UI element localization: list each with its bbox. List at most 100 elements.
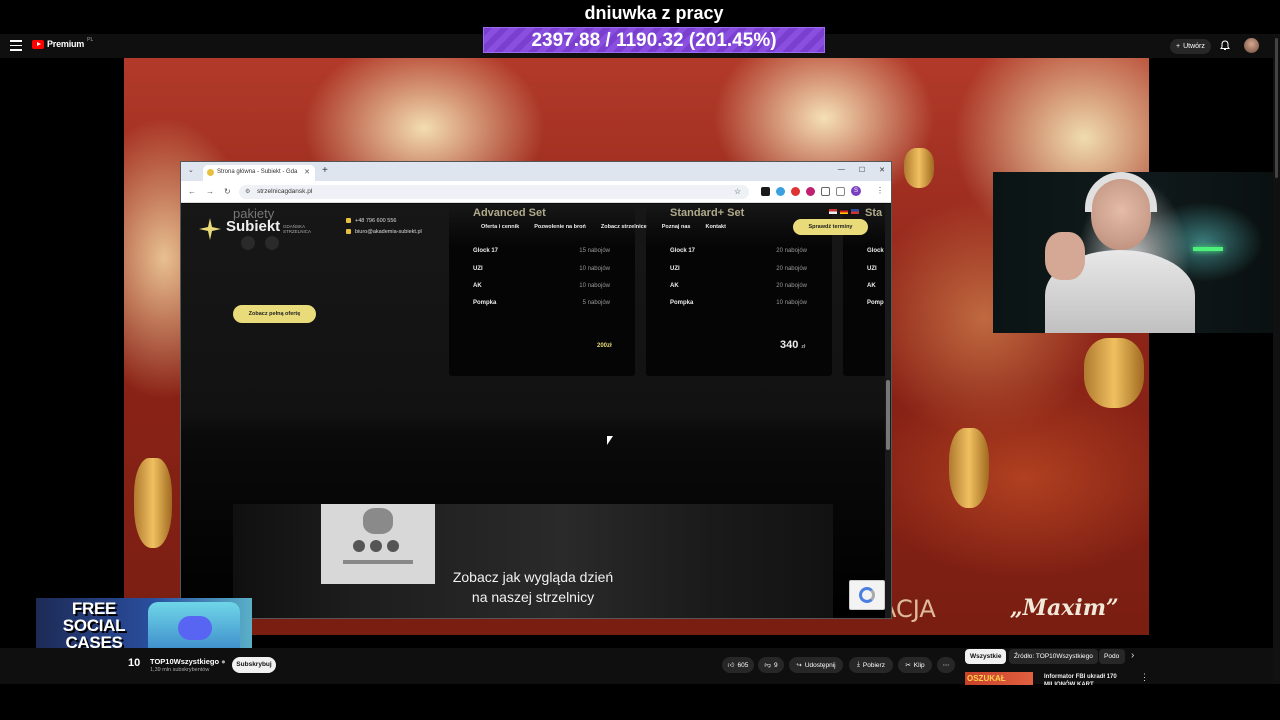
slider-arrows	[241, 236, 279, 250]
price-value: 340	[780, 339, 799, 351]
thumbs-down-icon: 👎︎	[764, 662, 771, 669]
share-button[interactable]: ↪ Udostępnij	[789, 657, 843, 673]
window-scrollbar[interactable]	[1273, 34, 1280, 684]
card-title: Advanced Set	[473, 207, 546, 219]
maximize-icon[interactable]: ☐	[859, 166, 865, 174]
dislike-button[interactable]: 👎︎ 9	[758, 657, 784, 673]
recaptcha-icon	[859, 587, 875, 603]
email-link[interactable]: biuro@akademia-subiekt.pl	[346, 229, 422, 235]
new-tab-icon[interactable]: +	[322, 165, 328, 176]
next-arrow-icon[interactable]	[265, 236, 279, 250]
chip-all[interactable]: Wszystkie	[965, 649, 1007, 664]
youtube-logo[interactable]: Premium PL	[32, 37, 94, 49]
browser-menu-icon[interactable]: ⋮	[876, 186, 884, 195]
nav-item-permit[interactable]: Pozwolenie na broń	[534, 224, 586, 230]
address-bar[interactable]: ⚙ strzelnicagdansk.pl	[239, 185, 749, 199]
puzzle-icon[interactable]	[821, 186, 830, 196]
check-dates-button[interactable]: Sprawdź terminy	[793, 219, 868, 235]
extension-icon[interactable]	[761, 186, 770, 196]
vase-decor	[904, 148, 934, 188]
video-overlay-text-maxim: „Maxim”	[1010, 595, 1119, 621]
like-button[interactable]: 👍︎ 605	[722, 657, 754, 673]
clip-label: Klip	[913, 661, 925, 669]
weapon-name: Pompka	[473, 300, 497, 306]
nav-item-about[interactable]: Poznaj nas	[662, 224, 691, 230]
dislike-count: 9	[773, 661, 778, 669]
weapon-name: UZI	[867, 266, 877, 272]
browser-tab[interactable]: Strona główna - Subiekt - Gda ✕	[203, 165, 315, 181]
chip-source[interactable]: Źródło: TOP10Wszystkiego	[1009, 649, 1098, 664]
window-controls: — ☐ ✕	[838, 166, 885, 174]
vase-decor	[134, 458, 172, 548]
card-row: Glock 17 20 nabojów	[670, 248, 807, 254]
channel-name-text: TOP10Wszystkiego	[150, 657, 220, 666]
hamburger-menu-icon[interactable]	[10, 40, 22, 52]
prev-arrow-icon[interactable]	[241, 236, 255, 250]
nav-item-range[interactable]: Zobacz strzelnice	[601, 224, 647, 230]
recommended-thumbnail[interactable]: OSZUKAŁ	[965, 672, 1033, 685]
brand-name[interactable]: Subiekt	[226, 218, 280, 235]
weapon-name: Glock	[867, 248, 884, 254]
back-icon[interactable]: ←	[188, 187, 196, 196]
full-offer-button[interactable]: Zobacz pełną ofertę	[233, 305, 316, 323]
extension-icon[interactable]	[791, 186, 800, 196]
card-row: AK 20 nabojów	[670, 283, 807, 289]
nav-item-contact[interactable]: Kontakt	[705, 224, 725, 230]
download-button[interactable]: ⤓ Pobierz	[849, 657, 893, 673]
recommended-title[interactable]: Informator FBI ukradł 170 MILIONÓW KART	[1044, 673, 1134, 685]
bookmark-star-icon[interactable]: ☆	[734, 187, 741, 196]
channel-avatar[interactable]: 10	[128, 657, 140, 669]
ammo-count: 5 nabojów	[582, 300, 610, 306]
flag-icon[interactable]	[851, 209, 859, 214]
notifications-bell-icon[interactable]	[1220, 40, 1230, 51]
profile-avatar[interactable]: S	[851, 186, 861, 196]
more-actions-button[interactable]: ⋯	[937, 657, 955, 673]
minimize-icon[interactable]: —	[838, 166, 845, 174]
scissors-icon: ✂	[905, 662, 911, 669]
phone-link[interactable]: +48 796 600 556	[346, 218, 396, 224]
like-count: 605	[737, 661, 749, 669]
flag-icon[interactable]	[840, 209, 848, 214]
recaptcha-badge[interactable]	[849, 580, 885, 610]
share-label: Udostępnij	[804, 661, 836, 669]
card-title: Standard+ Set	[670, 207, 745, 219]
logo-country: PL	[87, 37, 94, 43]
weapon-name: AK	[867, 283, 876, 289]
close-window-icon[interactable]: ✕	[879, 166, 885, 174]
create-button[interactable]: + Utwórz	[1170, 39, 1211, 54]
extension-icon[interactable]	[806, 186, 815, 196]
led-light	[1193, 247, 1223, 251]
extension-icon[interactable]	[776, 186, 785, 196]
page-scrollbar[interactable]	[885, 204, 891, 618]
chip-similar[interactable]: Podo	[1099, 649, 1125, 664]
scrollbar-thumb[interactable]	[886, 380, 890, 450]
more-horizontal-icon: ⋯	[942, 662, 950, 669]
nav-item-offer[interactable]: Oferta i cennik	[481, 224, 519, 230]
kebab-menu-icon[interactable]: ⋮	[1140, 672, 1149, 683]
card-price: 200zł	[597, 343, 612, 349]
ammo-count: 20 nabojów	[776, 266, 807, 272]
card-row: Pompka 5 nabojów	[473, 300, 610, 306]
forward-icon[interactable]: →	[206, 187, 214, 196]
media-icon[interactable]	[836, 186, 845, 196]
thumbs-up-icon: 👍︎	[727, 662, 735, 669]
card-row: AK	[867, 283, 887, 289]
user-avatar[interactable]	[1244, 38, 1259, 53]
language-flags	[829, 209, 859, 214]
close-tab-icon[interactable]: ✕	[304, 168, 310, 176]
tab-search-icon[interactable]: ⌄	[188, 166, 194, 174]
plus-icon: +	[1176, 43, 1181, 50]
clip-button[interactable]: ✂ Klip	[898, 657, 932, 673]
channel-name[interactable]: TOP10Wszystkiego ●	[150, 657, 226, 666]
range-video-section[interactable]: Zobacz jak wygląda dzień na naszej strze…	[233, 504, 833, 618]
site-favicon-icon	[207, 169, 214, 176]
site-info-icon[interactable]: ⚙	[245, 188, 250, 195]
download-label: Pobierz	[862, 661, 885, 669]
flag-icon[interactable]	[829, 209, 837, 214]
browser-tab-strip: ⌄ Strona główna - Subiekt - Gda ✕ + — ☐ …	[181, 162, 891, 181]
reload-icon[interactable]: ↻	[224, 187, 231, 196]
subscribe-button[interactable]: Subskrybuj	[232, 657, 276, 673]
chevron-right-icon[interactable]: ›	[1131, 650, 1134, 661]
window-scrollbar-thumb[interactable]	[1275, 38, 1278, 178]
browser-toolbar: ← → ↻ ⚙ strzelnicagdansk.pl ☆ S ⋮	[181, 181, 891, 203]
